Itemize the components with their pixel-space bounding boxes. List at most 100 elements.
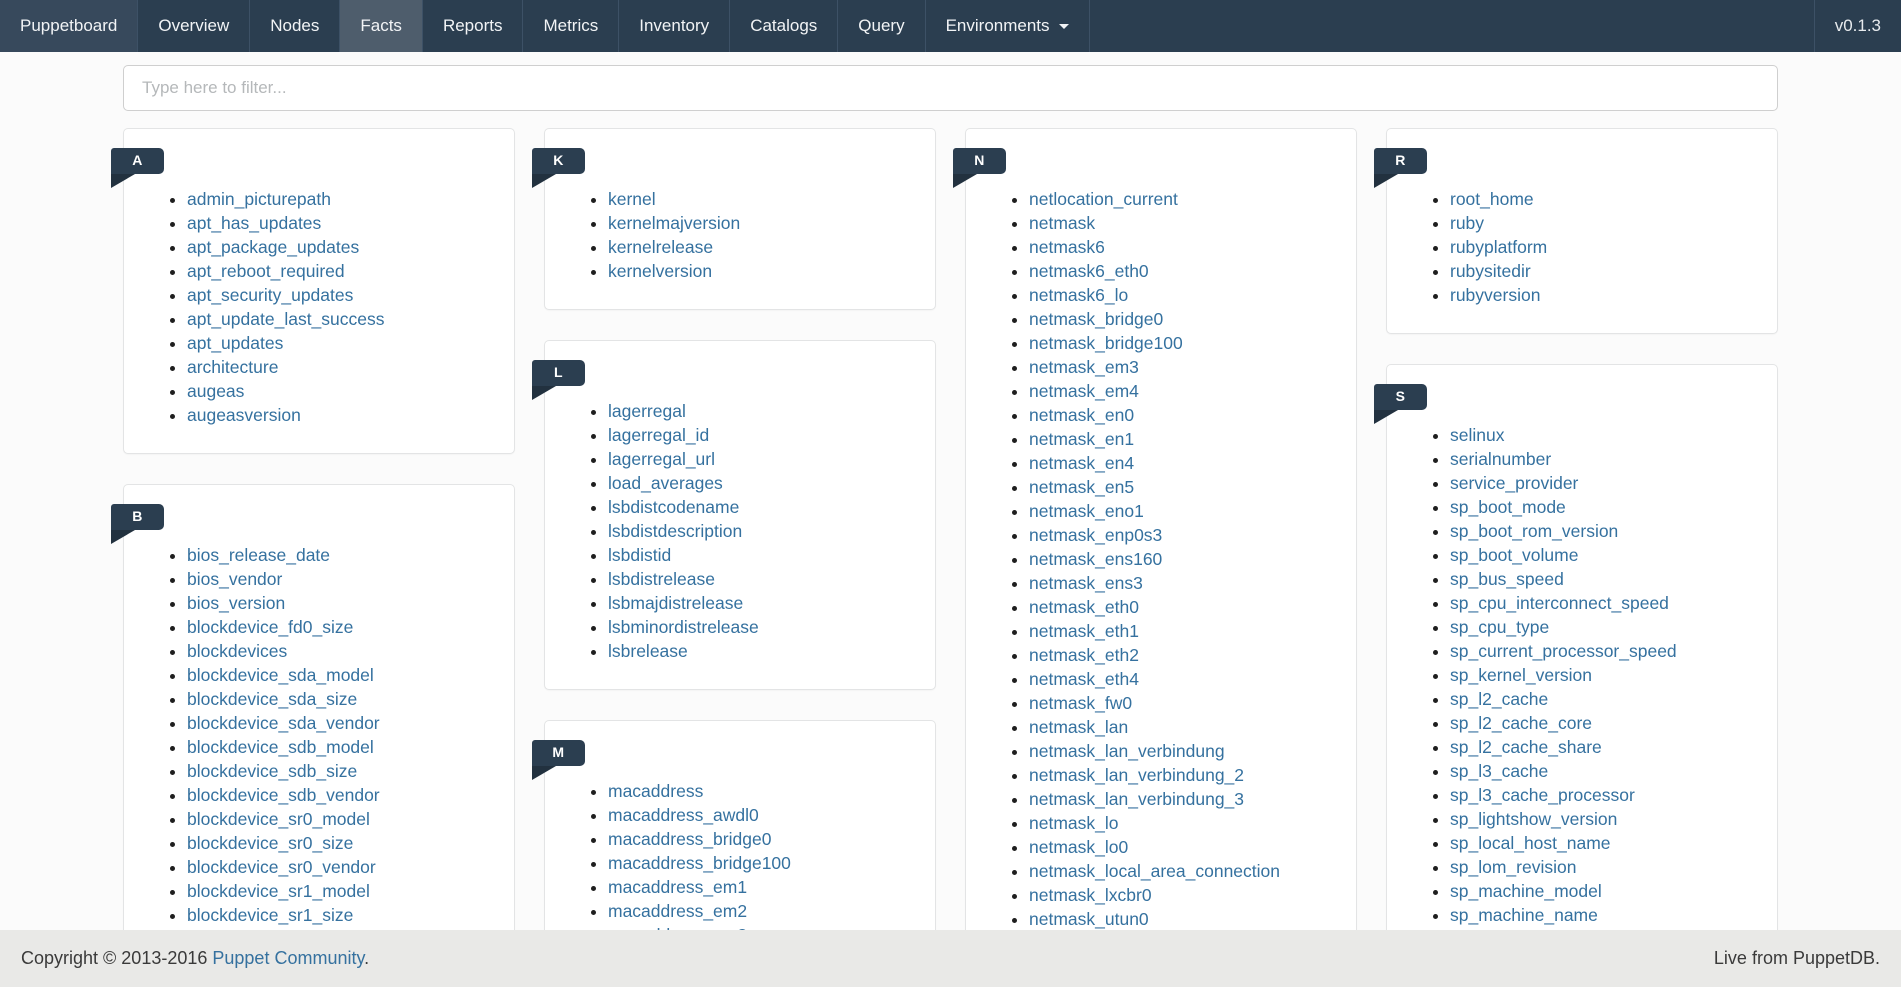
fact-link-bios_release_date[interactable]: bios_release_date: [187, 545, 330, 565]
fact-link-blockdevice_sdb_model[interactable]: blockdevice_sdb_model: [187, 737, 374, 757]
fact-link-netmask_fw0[interactable]: netmask_fw0: [1029, 693, 1132, 713]
fact-link-ruby[interactable]: ruby: [1450, 213, 1484, 233]
fact-link-netmask_eth2[interactable]: netmask_eth2: [1029, 645, 1139, 665]
tab-inventory[interactable]: Inventory: [619, 0, 730, 52]
fact-link-netmask_bridge100[interactable]: netmask_bridge100: [1029, 333, 1183, 353]
tab-environments[interactable]: Environments: [926, 0, 1090, 52]
fact-link-root_home[interactable]: root_home: [1450, 189, 1534, 209]
fact-link-selinux[interactable]: selinux: [1450, 425, 1504, 445]
fact-link-netmask6_eth0[interactable]: netmask6_eth0: [1029, 261, 1149, 281]
fact-link-admin_picturepath[interactable]: admin_picturepath: [187, 189, 331, 209]
fact-link-lagerregal[interactable]: lagerregal: [608, 401, 686, 421]
tab-query[interactable]: Query: [838, 0, 925, 52]
fact-link-lsbdistrelease[interactable]: lsbdistrelease: [608, 569, 715, 589]
filter-input[interactable]: [123, 65, 1778, 111]
fact-link-netmask_ens160[interactable]: netmask_ens160: [1029, 549, 1162, 569]
fact-link-netmask_en4[interactable]: netmask_en4: [1029, 453, 1134, 473]
fact-link-kernelrelease[interactable]: kernelrelease: [608, 237, 713, 257]
fact-link-augeas[interactable]: augeas: [187, 381, 244, 401]
fact-link-macaddress[interactable]: macaddress: [608, 781, 703, 801]
puppet-community-link[interactable]: Puppet Community: [212, 948, 364, 968]
fact-link-kernelversion[interactable]: kernelversion: [608, 261, 712, 281]
fact-link-netmask_eth0[interactable]: netmask_eth0: [1029, 597, 1139, 617]
fact-link-netmask6_lo[interactable]: netmask6_lo: [1029, 285, 1128, 305]
fact-link-macaddress_em1[interactable]: macaddress_em1: [608, 877, 747, 897]
fact-link-augeasversion[interactable]: augeasversion: [187, 405, 301, 425]
fact-link-lsbrelease[interactable]: lsbrelease: [608, 641, 688, 661]
fact-link-sp_l2_cache_share[interactable]: sp_l2_cache_share: [1450, 737, 1602, 757]
fact-link-netlocation_current[interactable]: netlocation_current: [1029, 189, 1178, 209]
fact-link-lsbdistcodename[interactable]: lsbdistcodename: [608, 497, 739, 517]
fact-link-blockdevice_sr0_size[interactable]: blockdevice_sr0_size: [187, 833, 353, 853]
fact-link-blockdevice_sda_model[interactable]: blockdevice_sda_model: [187, 665, 374, 685]
fact-link-blockdevice_sr1_size[interactable]: blockdevice_sr1_size: [187, 905, 353, 925]
fact-link-netmask_eno1[interactable]: netmask_eno1: [1029, 501, 1144, 521]
fact-link-netmask_lo0[interactable]: netmask_lo0: [1029, 837, 1128, 857]
fact-link-blockdevice_sdb_size[interactable]: blockdevice_sdb_size: [187, 761, 357, 781]
fact-link-bios_vendor[interactable]: bios_vendor: [187, 569, 282, 589]
fact-link-lsbmajdistrelease[interactable]: lsbmajdistrelease: [608, 593, 743, 613]
fact-link-netmask_enp0s3[interactable]: netmask_enp0s3: [1029, 525, 1162, 545]
fact-link-netmask_en5[interactable]: netmask_en5: [1029, 477, 1134, 497]
fact-link-netmask_lan_verbindung[interactable]: netmask_lan_verbindung: [1029, 741, 1225, 761]
fact-link-load_averages[interactable]: load_averages: [608, 473, 723, 493]
fact-link-sp_bus_speed[interactable]: sp_bus_speed: [1450, 569, 1564, 589]
fact-link-netmask_en1[interactable]: netmask_en1: [1029, 429, 1134, 449]
fact-link-lsbminordistrelease[interactable]: lsbminordistrelease: [608, 617, 759, 637]
fact-link-sp_l3_cache[interactable]: sp_l3_cache: [1450, 761, 1548, 781]
fact-link-netmask_bridge0[interactable]: netmask_bridge0: [1029, 309, 1163, 329]
fact-link-kernel[interactable]: kernel: [608, 189, 656, 209]
fact-link-macaddress_awdl0[interactable]: macaddress_awdl0: [608, 805, 759, 825]
fact-link-rubysitedir[interactable]: rubysitedir: [1450, 261, 1531, 281]
fact-link-blockdevices[interactable]: blockdevices: [187, 641, 287, 661]
fact-link-apt_update_last_success[interactable]: apt_update_last_success: [187, 309, 385, 329]
fact-link-kernelmajversion[interactable]: kernelmajversion: [608, 213, 740, 233]
fact-link-blockdevice_sdb_vendor[interactable]: blockdevice_sdb_vendor: [187, 785, 380, 805]
fact-link-sp_machine_name[interactable]: sp_machine_name: [1450, 905, 1598, 925]
fact-link-netmask_em4[interactable]: netmask_em4: [1029, 381, 1139, 401]
fact-link-blockdevice_fd0_size[interactable]: blockdevice_fd0_size: [187, 617, 353, 637]
fact-link-netmask_lo[interactable]: netmask_lo: [1029, 813, 1119, 833]
fact-link-sp_cpu_interconnect_speed[interactable]: sp_cpu_interconnect_speed: [1450, 593, 1669, 613]
fact-link-macaddress_bridge0[interactable]: macaddress_bridge0: [608, 829, 771, 849]
fact-link-bios_version[interactable]: bios_version: [187, 593, 285, 613]
fact-link-blockdevice_sda_vendor[interactable]: blockdevice_sda_vendor: [187, 713, 380, 733]
fact-link-netmask_en0[interactable]: netmask_en0: [1029, 405, 1134, 425]
tab-nodes[interactable]: Nodes: [250, 0, 340, 52]
fact-link-netmask_ens3[interactable]: netmask_ens3: [1029, 573, 1143, 593]
fact-link-blockdevice_sr0_model[interactable]: blockdevice_sr0_model: [187, 809, 370, 829]
fact-link-rubyplatform[interactable]: rubyplatform: [1450, 237, 1547, 257]
fact-link-lsbdistdescription[interactable]: lsbdistdescription: [608, 521, 742, 541]
fact-link-blockdevice_sr1_model[interactable]: blockdevice_sr1_model: [187, 881, 370, 901]
tab-reports[interactable]: Reports: [423, 0, 524, 52]
fact-link-apt_security_updates[interactable]: apt_security_updates: [187, 285, 353, 305]
fact-link-netmask6[interactable]: netmask6: [1029, 237, 1105, 257]
brand-puppetboard[interactable]: Puppetboard: [0, 0, 138, 52]
fact-link-sp_cpu_type[interactable]: sp_cpu_type: [1450, 617, 1549, 637]
fact-link-service_provider[interactable]: service_provider: [1450, 473, 1578, 493]
fact-link-serialnumber[interactable]: serialnumber: [1450, 449, 1551, 469]
tab-metrics[interactable]: Metrics: [523, 0, 619, 52]
fact-link-architecture[interactable]: architecture: [187, 357, 278, 377]
fact-link-apt_has_updates[interactable]: apt_has_updates: [187, 213, 321, 233]
fact-link-netmask_lan_verbindung_3[interactable]: netmask_lan_verbindung_3: [1029, 789, 1244, 809]
tab-catalogs[interactable]: Catalogs: [730, 0, 838, 52]
fact-link-sp_lom_revision[interactable]: sp_lom_revision: [1450, 857, 1576, 877]
fact-link-sp_l2_cache[interactable]: sp_l2_cache: [1450, 689, 1548, 709]
fact-link-sp_lightshow_version[interactable]: sp_lightshow_version: [1450, 809, 1617, 829]
fact-link-blockdevice_sda_size[interactable]: blockdevice_sda_size: [187, 689, 357, 709]
fact-link-blockdevice_sr0_vendor[interactable]: blockdevice_sr0_vendor: [187, 857, 376, 877]
fact-link-sp_l2_cache_core[interactable]: sp_l2_cache_core: [1450, 713, 1592, 733]
fact-link-macaddress_em2[interactable]: macaddress_em2: [608, 901, 747, 921]
fact-link-netmask_em3[interactable]: netmask_em3: [1029, 357, 1139, 377]
fact-link-sp_l3_cache_processor[interactable]: sp_l3_cache_processor: [1450, 785, 1635, 805]
fact-link-sp_current_processor_speed[interactable]: sp_current_processor_speed: [1450, 641, 1677, 661]
fact-link-apt_package_updates[interactable]: apt_package_updates: [187, 237, 359, 257]
fact-link-netmask_lxcbr0[interactable]: netmask_lxcbr0: [1029, 885, 1152, 905]
tab-overview[interactable]: Overview: [138, 0, 250, 52]
fact-link-netmask_lan[interactable]: netmask_lan: [1029, 717, 1128, 737]
fact-link-sp_boot_rom_version[interactable]: sp_boot_rom_version: [1450, 521, 1618, 541]
fact-link-rubyversion[interactable]: rubyversion: [1450, 285, 1540, 305]
fact-link-apt_reboot_required[interactable]: apt_reboot_required: [187, 261, 345, 281]
fact-link-netmask_eth4[interactable]: netmask_eth4: [1029, 669, 1139, 689]
